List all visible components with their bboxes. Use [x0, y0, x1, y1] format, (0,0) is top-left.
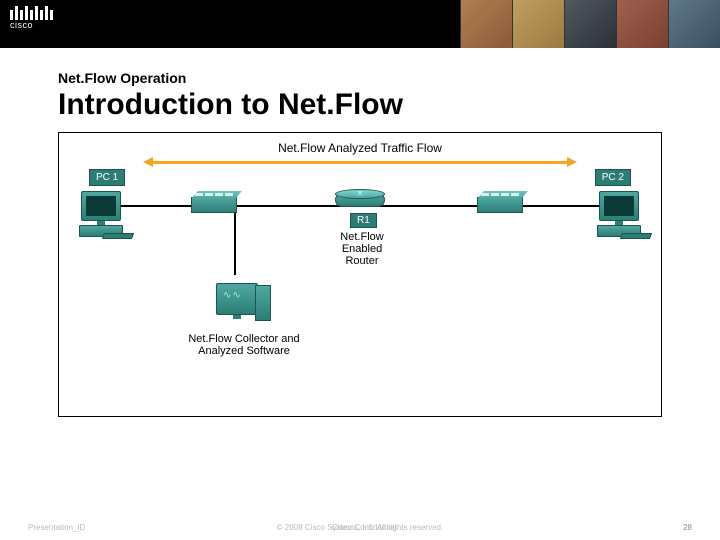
- switch-right-icon: [477, 197, 523, 213]
- collector-server-icon: [209, 283, 265, 319]
- footer-copyright: © 2008 Cisco Systems, Inc. All rights re…: [277, 523, 443, 532]
- pc2-label: PC 2: [595, 169, 631, 186]
- pc1-icon: [73, 191, 129, 237]
- footer: Presentation_ID © 2008 Cisco Systems, In…: [0, 523, 720, 532]
- page-number: 28: [683, 523, 692, 532]
- flow-arrow-icon: [151, 161, 569, 164]
- section-label: Net.Flow Operation: [58, 70, 720, 86]
- banner-photo-strip: [460, 0, 720, 48]
- pc1-label: PC 1: [89, 169, 125, 186]
- router-icon: [335, 193, 385, 213]
- page-title: Introduction to Net.Flow: [58, 88, 720, 122]
- collector-drop-line: [234, 205, 236, 275]
- router-desc: Net.Flow Enabled Router: [333, 231, 391, 267]
- heading-block: Net.Flow Operation Introduction to Net.F…: [0, 48, 720, 122]
- top-bar: cisco: [0, 0, 720, 48]
- collector-desc: Net.Flow Collector and Analyzed Software: [179, 333, 309, 357]
- flow-label: Net.Flow Analyzed Traffic Flow: [278, 141, 442, 155]
- footer-left: Presentation_ID: [28, 523, 85, 532]
- switch-left-icon: [191, 197, 237, 213]
- network-diagram: Net.Flow Analyzed Traffic Flow PC 1 R1 N…: [58, 132, 662, 417]
- pc2-icon: [591, 191, 647, 237]
- router-label: R1: [350, 213, 377, 228]
